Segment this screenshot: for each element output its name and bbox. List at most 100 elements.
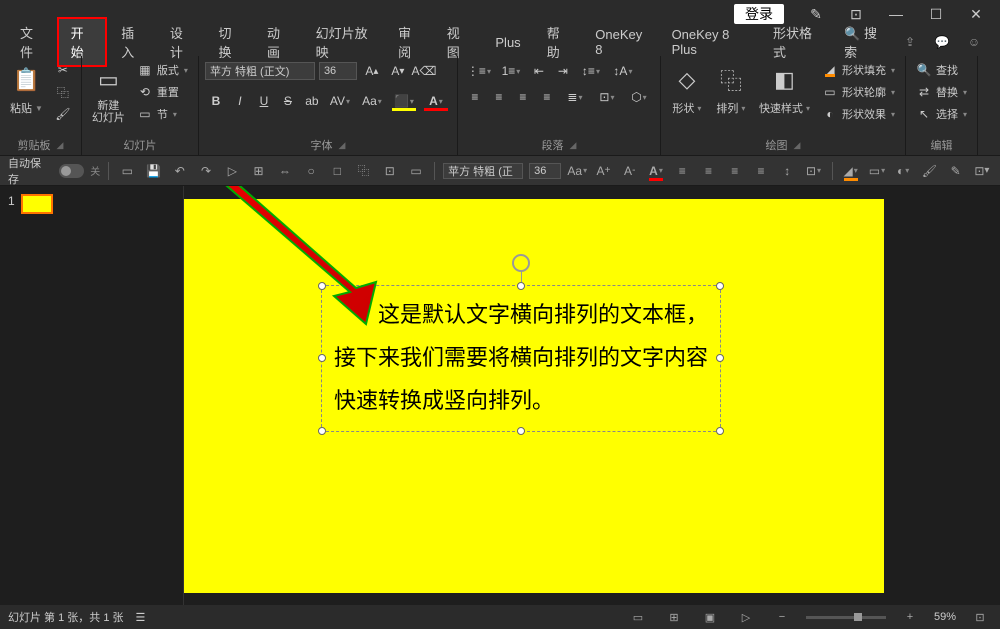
share-icon[interactable]: ⇪ (900, 32, 920, 52)
qat-ar-icon[interactable]: ≡ (725, 160, 745, 182)
zoom-slider[interactable] (806, 616, 886, 619)
qat-new-icon[interactable]: ▭ (117, 160, 137, 182)
qat-ungroup-icon[interactable]: ⊡ (380, 160, 400, 182)
qat-ls-icon[interactable]: ↕ (777, 160, 797, 182)
rotate-handle[interactable] (512, 254, 530, 272)
layout-button[interactable]: ▦版式▾ (133, 60, 192, 80)
qat-distribute-icon[interactable]: ⇔ (275, 160, 295, 182)
autosave-toggle[interactable] (59, 164, 85, 178)
resize-handle-ml[interactable] (318, 354, 326, 362)
fit-window-icon[interactable]: ⊡ (968, 608, 992, 626)
qat-circle-icon[interactable]: ○ (301, 160, 321, 182)
qat-at-icon[interactable]: ⊡▾ (803, 160, 823, 182)
resize-handle-tr[interactable] (716, 282, 724, 290)
qat-fp-icon[interactable]: 🖌 (919, 160, 939, 182)
qat-inc-icon[interactable]: A+ (593, 160, 613, 182)
qat-eyedrop-icon[interactable]: ✎ (946, 160, 966, 182)
cut-button[interactable]: ✂ (51, 60, 75, 80)
qat-custom-icon[interactable]: ⊡▾ (972, 160, 992, 182)
distribute-button[interactable]: ≣▾ (560, 86, 590, 108)
shape-outline-button[interactable]: ▭形状轮廓▾ (818, 82, 899, 102)
emoji-icon[interactable]: ☺ (964, 32, 984, 52)
notes-icon[interactable]: ☰ (136, 611, 146, 624)
zoom-in-icon[interactable]: + (898, 608, 922, 626)
qat-outline-icon[interactable]: ▭▾ (867, 160, 887, 182)
shape-effects-button[interactable]: ◐形状效果▾ (818, 104, 899, 124)
select-button[interactable]: ↖选择▾ (912, 104, 971, 124)
smartart-button[interactable]: ⬡▾ (624, 86, 654, 108)
align-left-button[interactable]: ≡ (464, 86, 486, 108)
find-button[interactable]: 🔍查找 (912, 60, 971, 80)
qat-more1-icon[interactable]: ▭ (406, 160, 426, 182)
resize-handle-tm[interactable] (517, 282, 525, 290)
qat-fill-icon[interactable]: ◢▾ (841, 160, 861, 182)
textbox-content[interactable]: 这是默认文字横向排列的文本框，接下来我们需要将横向排列的文字内容快速转换成竖向排… (334, 294, 708, 423)
increase-font-icon[interactable]: A▴ (361, 60, 383, 82)
reading-view-icon[interactable]: ▣ (698, 608, 722, 626)
text-direction-button[interactable]: ↕A▾ (608, 60, 638, 82)
quickstyle-button[interactable]: ◧ 快速样式▾ (755, 60, 814, 120)
qat-font-select[interactable] (443, 163, 523, 179)
increase-indent-button[interactable]: ⇥ (552, 60, 574, 82)
qat-fontcolor-icon[interactable]: A▾ (646, 160, 666, 182)
align-justify-button[interactable]: ≡ (536, 86, 558, 108)
zoom-out-icon[interactable]: − (770, 608, 794, 626)
close-icon[interactable]: ✕ (956, 0, 996, 28)
change-case-button[interactable]: Aa▾ (357, 90, 387, 112)
sorter-view-icon[interactable]: ⊞ (662, 608, 686, 626)
clear-format-icon[interactable]: A⌫ (413, 60, 435, 82)
section-button[interactable]: ▭节▾ (133, 104, 192, 124)
resize-handle-bm[interactable] (517, 427, 525, 435)
italic-button[interactable]: I (229, 90, 251, 112)
qat-case-icon[interactable]: Aa▾ (567, 160, 587, 182)
strikethrough-button[interactable]: S (277, 90, 299, 112)
normal-view-icon[interactable]: ▭ (626, 608, 650, 626)
resize-handle-tl[interactable] (318, 282, 326, 290)
qat-group-icon[interactable]: ⿻ (353, 160, 373, 182)
font-color-button[interactable]: A▾ (421, 90, 451, 112)
comment-icon[interactable]: 💬 (932, 32, 952, 52)
copy-button[interactable]: ⿻ (51, 82, 75, 102)
shape-fill-button[interactable]: ◢形状填充▾ (818, 60, 899, 80)
tab-plus[interactable]: Plus (483, 31, 532, 54)
slide-thumbnail-1[interactable]: 1 (8, 194, 175, 214)
font-name-select[interactable] (205, 62, 315, 80)
reset-button[interactable]: ⟲重置 (133, 82, 192, 102)
new-slide-button[interactable]: ▭ 新建 幻灯片 (88, 60, 129, 128)
align-center-button[interactable]: ≡ (488, 86, 510, 108)
maximize-icon[interactable]: ☐ (916, 0, 956, 28)
underline-button[interactable]: U (253, 90, 275, 112)
qat-play-icon[interactable]: ▷ (222, 160, 242, 182)
replace-button[interactable]: ⇄替换▾ (912, 82, 971, 102)
slide[interactable]: 这是默认文字横向排列的文本框，接下来我们需要将横向排列的文字内容快速转换成竖向排… (184, 199, 884, 593)
bullet-list-button[interactable]: ⋮≡▾ (464, 60, 494, 82)
qat-redo-icon[interactable]: ↷ (196, 160, 216, 182)
decrease-indent-button[interactable]: ⇤ (528, 60, 550, 82)
qat-aj-icon[interactable]: ≡ (751, 160, 771, 182)
qat-undo-icon[interactable]: ↶ (170, 160, 190, 182)
shadow-button[interactable]: ab (301, 90, 323, 112)
number-list-button[interactable]: 1≡▾ (496, 60, 526, 82)
spacing-button[interactable]: AV▾ (325, 90, 355, 112)
qat-ac-icon[interactable]: ≡ (698, 160, 718, 182)
align-right-button[interactable]: ≡ (512, 86, 534, 108)
slide-canvas[interactable]: 这是默认文字横向排列的文本框，接下来我们需要将横向排列的文字内容快速转换成竖向排… (184, 186, 1000, 605)
slideshow-view-icon[interactable]: ▷ (734, 608, 758, 626)
bold-button[interactable]: B (205, 90, 227, 112)
arrange-button[interactable]: ⿻ 排列▾ (711, 60, 751, 120)
format-painter-button[interactable]: 🖌 (51, 104, 75, 124)
textbox-selected[interactable]: 这是默认文字横向排列的文本框，接下来我们需要将横向排列的文字内容快速转换成竖向排… (321, 285, 721, 432)
zoom-level[interactable]: 59% (934, 611, 956, 623)
qat-align-icon[interactable]: ⊞ (248, 160, 268, 182)
qat-size-select[interactable] (529, 163, 561, 179)
qat-al-icon[interactable]: ≡ (672, 160, 692, 182)
resize-handle-bl[interactable] (318, 427, 326, 435)
resize-handle-mr[interactable] (716, 354, 724, 362)
qat-fx-icon[interactable]: ◐▾ (893, 160, 913, 182)
resize-handle-br[interactable] (716, 427, 724, 435)
qat-save-icon[interactable]: 💾 (143, 160, 163, 182)
decrease-font-icon[interactable]: A▾ (387, 60, 409, 82)
qat-dec-icon[interactable]: A- (620, 160, 640, 182)
align-text-button[interactable]: ⊡▾ (592, 86, 622, 108)
highlight-button[interactable]: ⬛▾ (389, 90, 419, 112)
